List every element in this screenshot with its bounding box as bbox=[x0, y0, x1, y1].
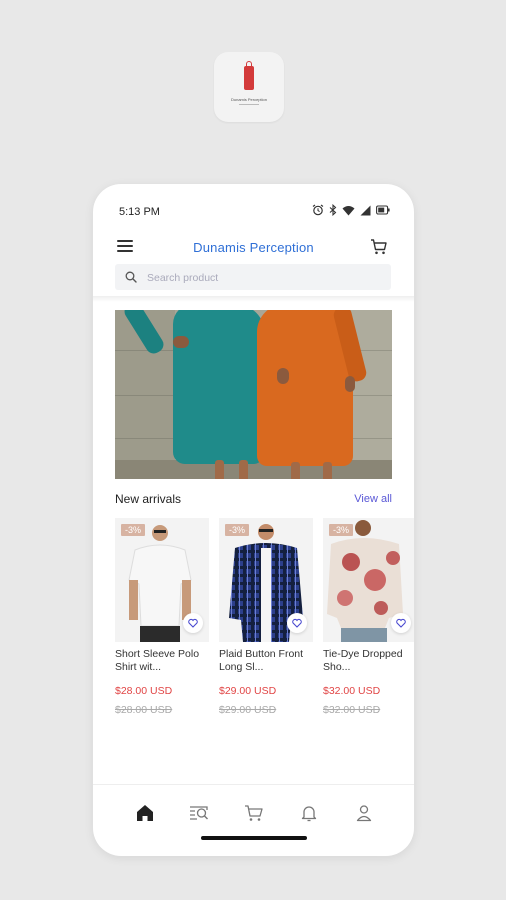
search-icon bbox=[125, 271, 137, 283]
heart-icon bbox=[292, 618, 302, 628]
app-title: Dunamis Perception bbox=[193, 240, 314, 255]
header-shadow bbox=[93, 296, 414, 302]
home-indicator[interactable] bbox=[201, 836, 307, 840]
section-title: New arrivals bbox=[115, 492, 182, 506]
product-image[interactable]: -3% bbox=[323, 518, 414, 642]
home-icon[interactable] bbox=[133, 803, 157, 823]
product-card[interactable]: -3% Tie-Dye Dropped Sho... $32.00 USD $3… bbox=[323, 518, 414, 728]
status-time: 5:13 PM bbox=[119, 206, 160, 218]
search-bar[interactable] bbox=[115, 264, 391, 292]
app-header: Dunamis Perception bbox=[93, 234, 414, 262]
product-name[interactable]: Tie-Dye Dropped Sho... bbox=[323, 648, 414, 674]
logo-underline bbox=[239, 104, 259, 105]
product-old-price: $29.00 USD bbox=[219, 704, 277, 716]
hero-banner-image[interactable] bbox=[115, 310, 392, 479]
bluetooth-icon bbox=[329, 204, 337, 216]
product-price: $28.00 USD bbox=[115, 685, 173, 697]
user-icon[interactable] bbox=[352, 803, 376, 823]
product-image[interactable]: -3% bbox=[115, 518, 209, 642]
bell-icon[interactable] bbox=[297, 803, 321, 823]
product-card[interactable]: -3% Short Sleeve Polo Shirt wit... $28.0… bbox=[115, 518, 209, 728]
product-carousel[interactable]: -3% Short Sleeve Polo Shirt wit... $28.0… bbox=[115, 518, 414, 728]
cart-icon[interactable] bbox=[370, 238, 388, 256]
product-name[interactable]: Plaid Button Front Long Sl... bbox=[219, 648, 313, 674]
status-bar: 5:13 PM bbox=[93, 184, 414, 234]
cart-icon[interactable] bbox=[242, 803, 266, 823]
discount-badge: -3% bbox=[121, 524, 146, 536]
favorite-button[interactable] bbox=[183, 613, 203, 633]
product-image[interactable]: -3% bbox=[219, 518, 313, 642]
battery-icon bbox=[376, 205, 390, 215]
heart-icon bbox=[396, 618, 406, 628]
product-price: $29.00 USD bbox=[219, 685, 277, 697]
discount-badge: -3% bbox=[329, 524, 354, 536]
wifi-icon bbox=[342, 205, 355, 215]
search-list-icon[interactable] bbox=[187, 803, 211, 823]
new-arrivals-header: New arrivals View all bbox=[115, 492, 392, 510]
shopping-bag-icon bbox=[244, 61, 254, 90]
alarm-icon bbox=[312, 204, 324, 216]
search-input[interactable] bbox=[145, 264, 389, 292]
favorite-button[interactable] bbox=[391, 613, 411, 633]
signal-icon bbox=[360, 205, 371, 215]
app-logo: Dunamis Perception bbox=[214, 52, 284, 122]
status-icons bbox=[312, 204, 390, 216]
product-old-price: $28.00 USD bbox=[115, 704, 173, 716]
product-price: $32.00 USD bbox=[323, 685, 381, 697]
product-old-price: $32.00 USD bbox=[323, 704, 381, 716]
bottom-navigation bbox=[93, 785, 414, 841]
product-card[interactable]: -3% Plaid Button Front Long Sl... $29.00… bbox=[219, 518, 313, 728]
favorite-button[interactable] bbox=[287, 613, 307, 633]
logo-text: Dunamis Perception bbox=[230, 97, 268, 102]
product-name[interactable]: Short Sleeve Polo Shirt wit... bbox=[115, 648, 209, 674]
phone-screen: 5:13 PM Dunamis Perception Search produc… bbox=[93, 184, 414, 856]
heart-icon bbox=[188, 618, 198, 628]
discount-badge: -3% bbox=[225, 524, 250, 536]
view-all-link[interactable]: View all bbox=[354, 493, 392, 505]
